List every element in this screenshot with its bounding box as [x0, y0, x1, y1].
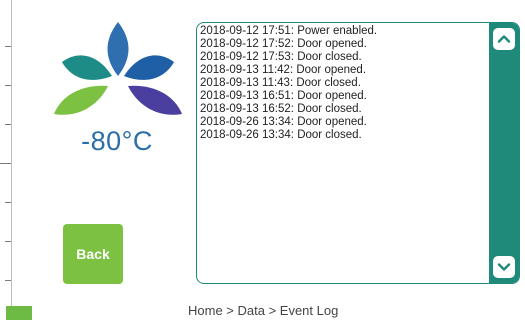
- log-entry: 2018-09-12 17:51: Power enabled.: [200, 25, 378, 37]
- leaf-logo: [54, 22, 182, 115]
- chevron-up-icon: [497, 35, 511, 43]
- event-log-panel: 2018-09-12 17:51: Power enabled. 2018-09…: [196, 22, 520, 284]
- scroll-up-button[interactable]: [493, 28, 515, 50]
- log-entry: 2018-09-26 13:34: Door closed.: [200, 129, 362, 141]
- scale-tick: [5, 85, 11, 86]
- log-entry: 2018-09-13 16:51: Door opened.: [200, 90, 367, 102]
- scale-tick: [5, 241, 11, 242]
- log-entry: 2018-09-13 11:43: Door closed.: [200, 77, 361, 89]
- scale-tick: [5, 202, 11, 203]
- log-entry: 2018-09-26 13:34: Door opened.: [200, 116, 367, 128]
- scale-tick: [5, 46, 11, 47]
- event-log-list: 2018-09-12 17:51: Power enabled. 2018-09…: [200, 25, 487, 283]
- log-scrollbar[interactable]: [489, 23, 519, 283]
- temperature-readout: -80°C: [81, 126, 153, 156]
- scale-tick: [5, 124, 11, 125]
- log-entry: 2018-09-13 11:42: Door opened.: [200, 64, 367, 76]
- log-entry: 2018-09-13 16:52: Door closed.: [200, 103, 362, 115]
- scale-level-indicator: [6, 306, 32, 320]
- back-button[interactable]: Back: [63, 224, 123, 284]
- log-entry: 2018-09-12 17:53: Door closed.: [200, 51, 362, 63]
- scroll-down-button[interactable]: [493, 256, 515, 278]
- breadcrumb: Home > Data > Event Log: [188, 303, 339, 318]
- scale-tick: [0, 163, 11, 164]
- scale-tick: [5, 280, 11, 281]
- temperature-scale: [0, 0, 12, 320]
- log-entry: 2018-09-12 17:52: Door opened.: [200, 38, 367, 50]
- chevron-down-icon: [497, 263, 511, 271]
